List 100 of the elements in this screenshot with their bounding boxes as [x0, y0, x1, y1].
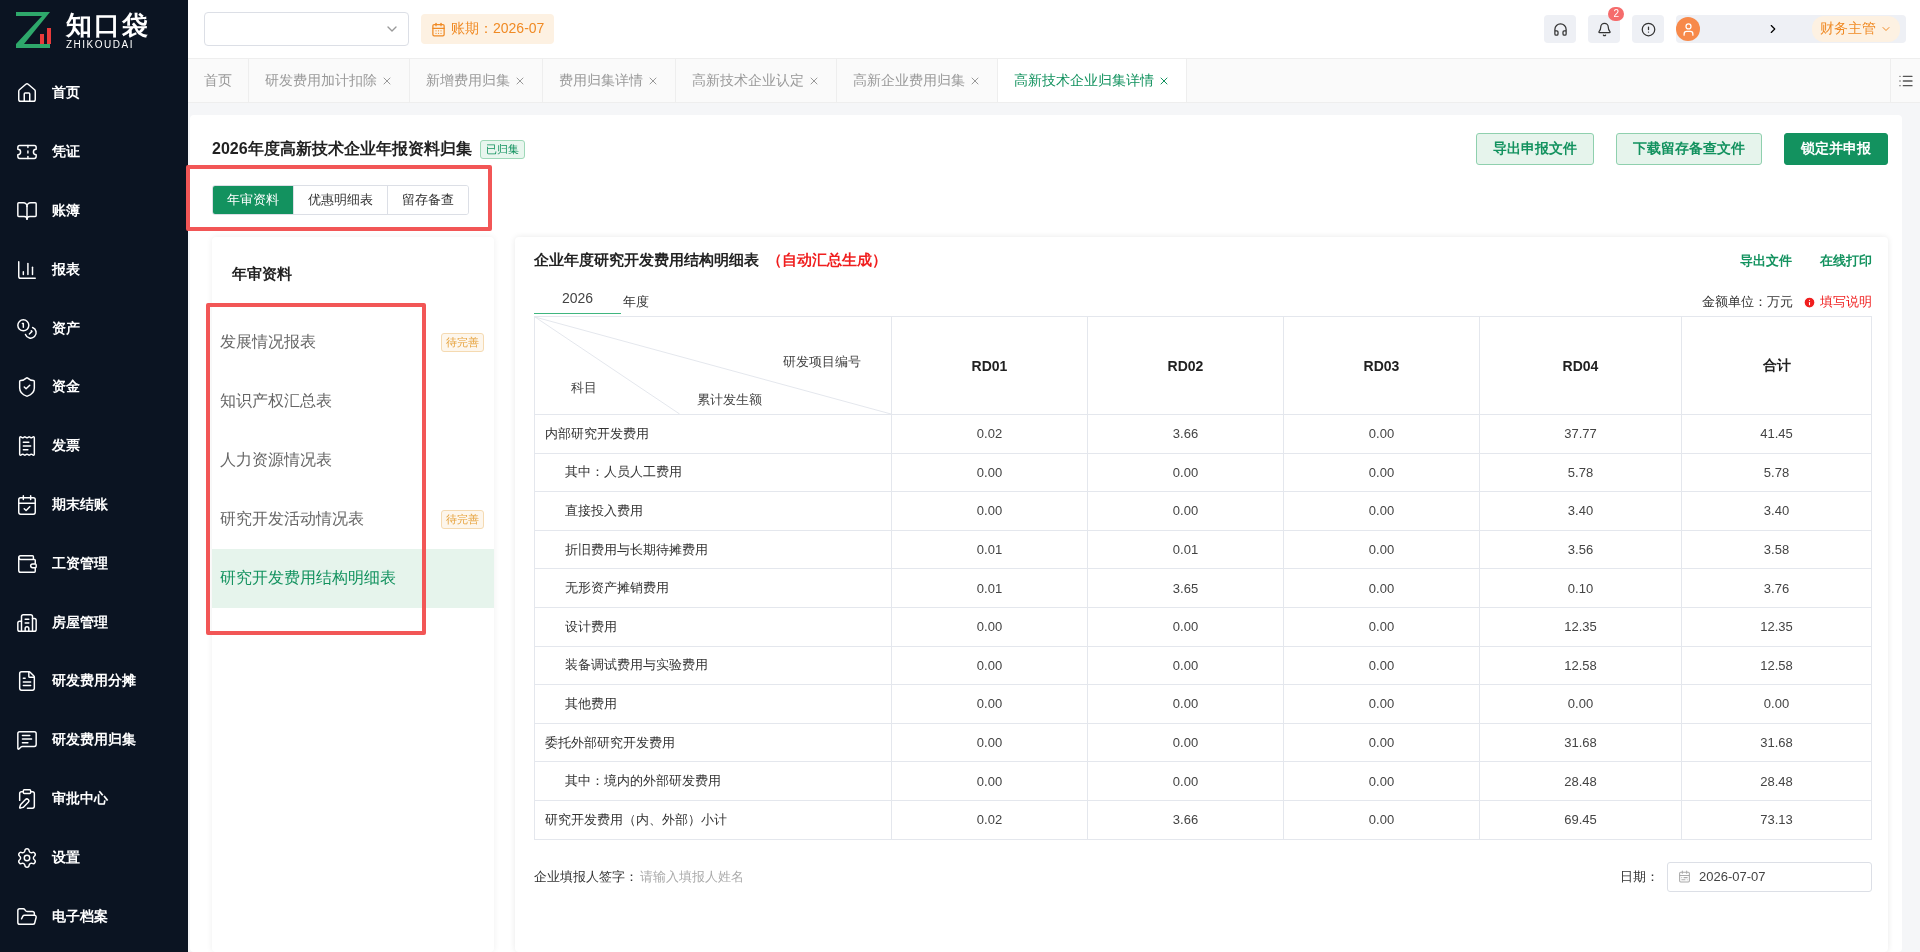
table-cell: 0.00	[1087, 491, 1284, 531]
table-cell: 12.58	[1681, 646, 1872, 685]
nav-item[interactable]: 研发费用归集	[0, 710, 188, 770]
nav-item[interactable]: 电子档案	[0, 887, 188, 946]
report-note: （自动汇总生成）	[767, 251, 887, 270]
table-cell: 37.77	[1479, 414, 1682, 454]
column-header: RD04	[1479, 316, 1682, 415]
page-title: 2026年度高新技术企业年报资料归集	[212, 138, 472, 159]
notification-button[interactable]	[1588, 15, 1620, 43]
table-cell: 73.13	[1681, 800, 1872, 840]
table-cell: 41.45	[1681, 414, 1872, 454]
date-label: 日期：	[1620, 867, 1659, 886]
report-list-item[interactable]: 研究开发活动情况表 待完善	[212, 490, 494, 549]
table-cell: 0.00	[1283, 568, 1480, 608]
table-cell: 0.00	[1087, 646, 1284, 685]
row-label-cell: 委托外部研究开发费用	[534, 723, 892, 762]
nav-item[interactable]: 发票	[0, 416, 188, 476]
row-label-cell: 其中：境内的外部研发费用	[534, 761, 892, 801]
table-cell: 0.01	[1087, 530, 1284, 569]
row-label-cell: 设计费用	[534, 607, 892, 647]
settings-icon	[16, 846, 38, 869]
table-cell: 3.66	[1087, 414, 1284, 454]
status-tag: 待完善	[441, 510, 484, 529]
table-cell: 0.01	[891, 530, 1088, 569]
logo-subtitle: ZHIKOUDAI	[66, 38, 135, 50]
submit-button[interactable]: 锁定并申报	[1784, 133, 1888, 165]
alert-button[interactable]	[1632, 15, 1664, 43]
date-field[interactable]: 2026-07-07	[1667, 861, 1872, 892]
panel-title: 年审资料	[231, 264, 293, 284]
table-cell: 0.00	[891, 646, 1088, 685]
report-list-item[interactable]: 人力资源情况表	[212, 431, 494, 490]
document-icon	[16, 670, 38, 693]
bell-icon	[1596, 21, 1612, 37]
nav-item[interactable]: 设置	[0, 828, 188, 888]
alert-icon	[1640, 21, 1656, 37]
building-icon	[16, 611, 38, 634]
headset-button[interactable]	[1544, 15, 1576, 43]
nav-item[interactable]: 账簿	[0, 181, 188, 241]
segment-tab[interactable]: 年审资料	[213, 186, 294, 214]
table-cell: 0.02	[891, 414, 1088, 454]
action-link[interactable]: 在线打印	[1820, 251, 1872, 270]
export-button[interactable]: 导出申报文件	[1476, 133, 1594, 165]
table-cell: 0.00	[1087, 723, 1284, 762]
table-cell: 0.00	[1283, 491, 1480, 531]
column-header: RD01	[891, 316, 1088, 415]
table-cell: 3.40	[1681, 491, 1872, 531]
table-cell: 0.00	[1087, 684, 1284, 724]
table-cell: 0.00	[1087, 607, 1284, 647]
table-cell: 0.00	[1283, 646, 1480, 685]
table-cell: 0.00	[1479, 684, 1682, 724]
table-cell: 0.00	[891, 453, 1088, 492]
nav-item[interactable]: 资产	[0, 299, 188, 358]
nav-item[interactable]: 工资管理	[0, 534, 188, 594]
action-link[interactable]: 导出文件	[1740, 251, 1792, 270]
page-tab[interactable]: 高新技术企业归集详情	[998, 59, 1187, 102]
row-label-cell: 内部研究开发费用	[534, 414, 892, 454]
table-cell: 0.00	[1283, 723, 1480, 762]
column-header: RD03	[1283, 316, 1480, 415]
nav-item[interactable]: 资金	[0, 358, 188, 417]
report-list-item[interactable]: 发展情况报表 待完善	[212, 313, 494, 372]
nav-item[interactable]: 报表	[0, 240, 188, 300]
row-label-cell: 折旧费用与长期待摊费用	[534, 530, 892, 569]
wallet-icon	[16, 552, 38, 575]
table-cell: 69.45	[1479, 800, 1682, 840]
year-field[interactable]: 2026	[534, 290, 621, 314]
table-cell: 0.00	[1681, 684, 1872, 724]
nav-item[interactable]: 期末结账	[0, 475, 188, 535]
report-title: 企业年度研究开发费用结构明细表	[534, 251, 759, 270]
report-list-item[interactable]: 知识产权汇总表	[212, 372, 494, 431]
nav-item[interactable]: 研发费用分摊	[0, 651, 188, 711]
column-header: 研发项目编号	[783, 353, 861, 371]
table-cell: 0.10	[1479, 568, 1682, 608]
table-cell: 3.65	[1087, 568, 1284, 608]
help-link[interactable]: 填写说明	[1803, 293, 1872, 311]
folder-icon	[16, 905, 38, 928]
shield-icon	[16, 376, 38, 399]
row-label-cell: 直接投入费用	[534, 491, 892, 531]
nav-item[interactable]: 审批中心	[0, 769, 188, 829]
clipboard-icon	[16, 787, 38, 810]
table-cell: 3.58	[1681, 530, 1872, 569]
row-label-cell: 研究开发费用（内、外部）小计	[534, 800, 892, 840]
row-label-cell: 无形资产摊销费用	[534, 568, 892, 608]
report-list-item[interactable]: 研究开发费用结构明细表	[212, 549, 494, 608]
calendar-icon	[1678, 870, 1691, 884]
receipt-icon	[16, 435, 38, 458]
table-cell: 0.00	[891, 684, 1088, 724]
notification-count: 2	[1608, 7, 1624, 21]
avatar	[1676, 17, 1700, 41]
table-cell: 0.00	[891, 761, 1088, 801]
chart-icon	[16, 258, 38, 281]
table-cell: 0.00	[1087, 761, 1284, 801]
table-cell: 0.01	[891, 568, 1088, 608]
export-button[interactable]: 下载留存备查文件	[1616, 133, 1762, 165]
nav-item[interactable]: 房屋管理	[0, 593, 188, 652]
nav-item[interactable]: 首页	[0, 64, 188, 123]
nav-item[interactable]: 凭证	[0, 122, 188, 182]
table-cell: 0.00	[1283, 684, 1480, 724]
table-cell: 12.35	[1681, 607, 1872, 647]
status-badge: 已归集	[479, 139, 525, 159]
table-cell: 0.00	[1283, 414, 1480, 454]
